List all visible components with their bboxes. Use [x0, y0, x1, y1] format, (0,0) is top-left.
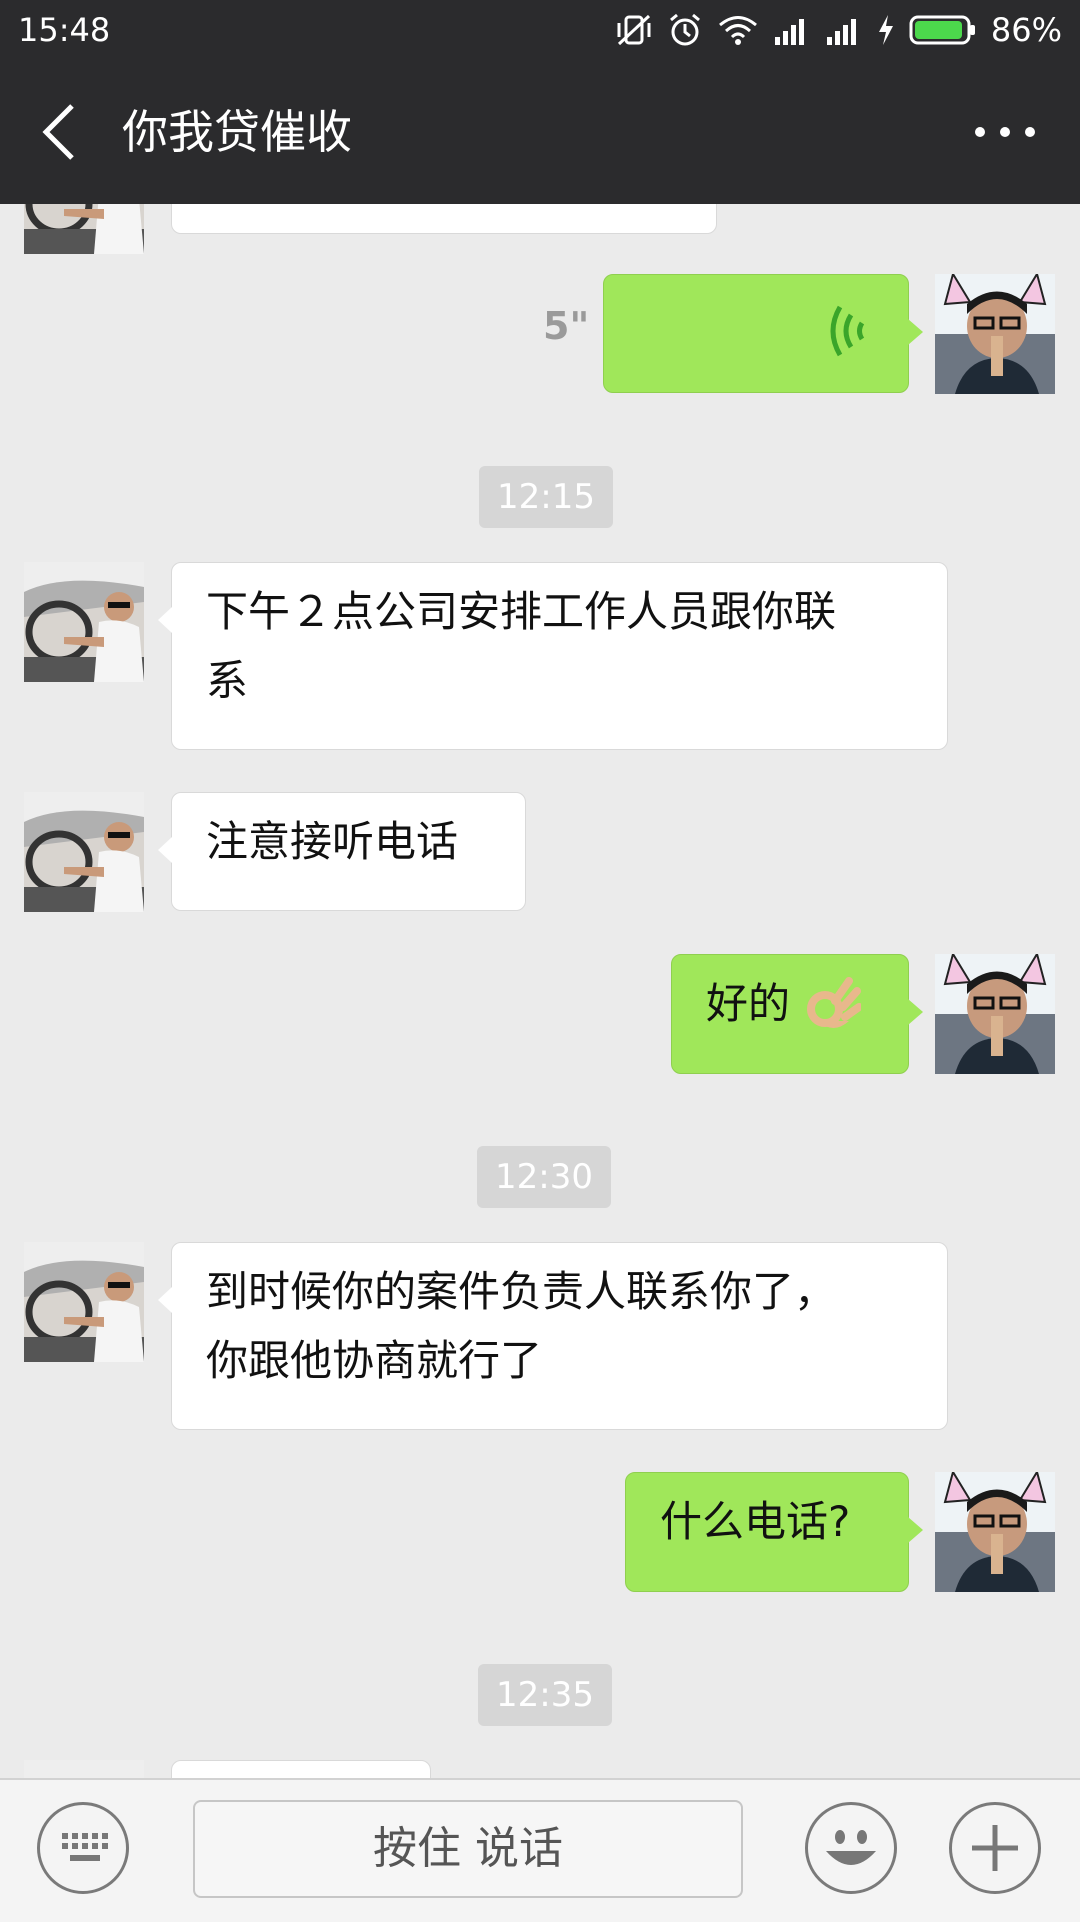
message-bubble[interactable]: 到时候你的案件负责人联系你了， 你跟他协商就行了 [158, 1242, 948, 1430]
voice-message-bubble[interactable] [603, 274, 923, 393]
vibrate-off-icon [617, 14, 651, 46]
signal-icon [774, 19, 804, 45]
emoji-button[interactable] [805, 1802, 897, 1894]
contact-avatar[interactable] [24, 1760, 144, 1778]
status-time: 15:48 [18, 11, 111, 49]
timestamp: 12:30 [477, 1146, 611, 1208]
status-icons: 86% [615, 10, 1062, 50]
alarm-icon [669, 13, 700, 46]
my-avatar[interactable] [935, 1472, 1055, 1592]
message-bubble-partial[interactable] [171, 1760, 431, 1778]
battery-percent: 86% [990, 11, 1062, 49]
emoji-icon [826, 1830, 876, 1865]
message-bubble-partial[interactable] [171, 204, 717, 234]
message-text: 好的 [706, 979, 791, 1028]
hold-to-talk-button[interactable]: 按住 说话 [193, 1800, 743, 1898]
message-line: 系 [206, 656, 249, 705]
chat-header: 你我贷催收 [0, 60, 1080, 204]
input-bar: 按住 说话 [0, 1778, 1080, 1922]
message-bubble[interactable]: 注意接听电话 [158, 792, 526, 911]
my-avatar[interactable] [935, 274, 1055, 394]
timestamp: 12:35 [478, 1664, 612, 1726]
more-icon[interactable] [970, 100, 1040, 164]
plus-icon [972, 1825, 1018, 1871]
message-bubble[interactable]: 下午２点公司安排工作人员跟你联 系 [158, 562, 948, 750]
battery-icon [909, 15, 975, 45]
message-text: 什么电话? [660, 1497, 851, 1546]
message-bubble-outgoing[interactable]: 好的 [671, 954, 923, 1074]
contact-avatar[interactable] [24, 792, 144, 912]
plus-button[interactable] [949, 1802, 1041, 1894]
keyboard-icon [62, 1833, 108, 1861]
charging-icon [878, 15, 893, 45]
back-arrow-icon[interactable] [30, 100, 90, 164]
signal-2-icon [826, 19, 856, 45]
contact-avatar[interactable] [24, 204, 144, 254]
keyboard-button[interactable] [37, 1802, 129, 1894]
wifi-icon [718, 16, 757, 45]
message-bubble-outgoing[interactable]: 什么电话? [625, 1472, 923, 1592]
contact-avatar[interactable] [24, 562, 144, 682]
message-line: 你跟他协商就行了 [206, 1336, 543, 1385]
voice-duration: 5" [543, 304, 590, 348]
message-line: 下午２点公司安排工作人员跟你联 [206, 587, 837, 636]
ok-hand-icon [807, 976, 864, 1028]
timestamp: 12:15 [479, 466, 613, 528]
chat-title: 你我贷催收 [122, 105, 352, 159]
message-list[interactable]: 5" 12:15 下午２点公司安排工作人员跟你联 系 注意接听电话 好的 12:… [0, 204, 1080, 1778]
status-bar: 15:48 86% [0, 0, 1080, 60]
contact-avatar[interactable] [24, 1242, 144, 1362]
message-text: 注意接听电话 [206, 817, 459, 866]
my-avatar[interactable] [935, 954, 1055, 1074]
message-line: 到时候你的案件负责人联系你了， [206, 1267, 837, 1316]
voice-wave-icon [830, 305, 865, 357]
